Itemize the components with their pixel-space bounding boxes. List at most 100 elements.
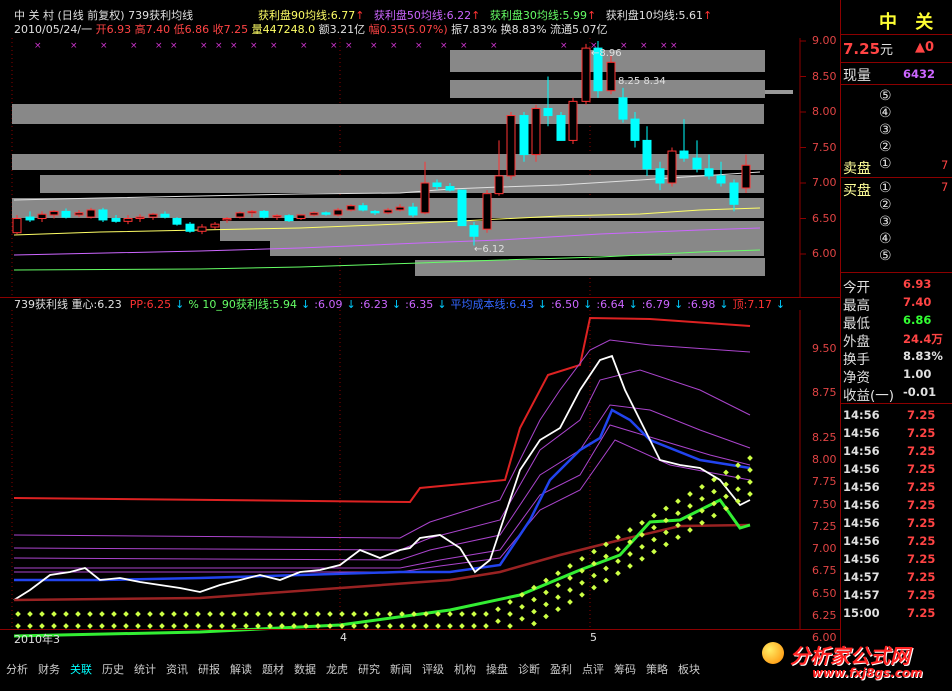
tab-3[interactable]: 历史 — [102, 661, 124, 677]
stat-label-3: 外盘 — [843, 334, 870, 350]
dot-198-3 — [195, 611, 201, 617]
dot-618-1 — [615, 558, 621, 565]
marker-15: × — [390, 41, 398, 51]
tick-time-6: 14:56 — [843, 516, 880, 530]
tab-15[interactable]: 操盘 — [486, 661, 508, 677]
legend-90: 获利盘90均线:6.77 — [258, 9, 356, 22]
legend-50: 获利盘50均线:6.22 — [373, 9, 472, 22]
candle-body-45 — [568, 100, 578, 141]
candle-body-43 — [543, 107, 553, 117]
tab-8[interactable]: 题材 — [262, 661, 284, 677]
dot-102-2 — [99, 623, 105, 629]
tab-5[interactable]: 资讯 — [166, 661, 188, 677]
tab-19[interactable]: 筹码 — [614, 661, 636, 677]
dot-618-0 — [615, 570, 621, 577]
marker-16: × — [415, 41, 423, 51]
dot-54-3 — [51, 611, 57, 617]
tab-2[interactable]: 关联 — [70, 661, 92, 677]
side-price: 7.25元 — [843, 39, 893, 58]
tab-0[interactable]: 分析 — [6, 661, 28, 677]
candle-body-11 — [148, 213, 158, 218]
top-line — [13, 316, 751, 504]
tab-20[interactable]: 策略 — [646, 661, 668, 677]
indicator-chart[interactable] — [0, 310, 840, 650]
marker-4: × — [155, 41, 163, 51]
dot-474-2 — [471, 623, 477, 629]
ask-level-1: ④ — [879, 105, 892, 121]
price-change: ▲0 — [915, 40, 935, 55]
tab-4[interactable]: 统计 — [134, 661, 156, 677]
dot-366-2 — [363, 623, 369, 629]
marker-3: × — [130, 41, 138, 51]
candle-body-30 — [383, 209, 393, 214]
x-label-apr: 4 — [340, 631, 347, 644]
marker-19: × — [490, 41, 498, 51]
dot-378-2 — [375, 623, 381, 629]
fan-line-4 — [14, 439, 751, 573]
volume-value: 6432 — [903, 67, 936, 81]
tab-21[interactable]: 板块 — [678, 661, 700, 677]
candle-body-13 — [172, 218, 182, 225]
tab-18[interactable]: 点评 — [582, 661, 604, 677]
dot-246-2 — [243, 623, 249, 629]
dot-18-2 — [15, 623, 21, 629]
candle-body-41 — [519, 115, 529, 156]
tab-9[interactable]: 数据 — [294, 661, 316, 677]
candle-body-52 — [655, 168, 665, 184]
dot-474-3 — [471, 611, 477, 617]
candlestick-chart[interactable]: × × × × × × × × × × × × × × × × × × × × × × × × × ×←8.968.25 8.34… — [0, 38, 840, 298]
candle-body-20 — [259, 210, 269, 218]
dot-78-3 — [75, 611, 81, 617]
dot-582-3 — [579, 555, 585, 562]
dot-234-2 — [231, 623, 237, 629]
lower-tick-6: 7.25 — [812, 519, 837, 533]
candle-body-34 — [432, 182, 442, 188]
stat-label-2: 最低 — [843, 316, 870, 332]
tab-11[interactable]: 研究 — [358, 661, 380, 677]
marker-14: × — [370, 41, 378, 51]
marker-18: × — [460, 41, 468, 51]
tick-time-1: 14:56 — [843, 426, 880, 440]
legend-10: 获利盘10均线:5.61 — [605, 9, 703, 22]
tab-17[interactable]: 盈利 — [550, 661, 572, 677]
tab-13[interactable]: 评级 — [422, 661, 444, 677]
tab-6[interactable]: 研报 — [198, 661, 220, 677]
dot-630-1 — [627, 551, 633, 557]
tick-time-3: 14:56 — [843, 462, 880, 476]
candle-body-21 — [272, 215, 282, 218]
chip-bar-8 — [270, 240, 764, 256]
chip-bar-2 — [12, 104, 764, 124]
watermark: 分析家公式网 www.fxj8gs.com — [756, 636, 952, 691]
dot-582-1 — [579, 579, 585, 586]
candle-body-15 — [197, 226, 207, 232]
tab-10[interactable]: 龙虎 — [326, 661, 348, 677]
stat-value-2: 6.86 — [903, 313, 932, 327]
quote-open: 开6.93 — [95, 23, 132, 36]
upper-tick-5: 6.50 — [812, 211, 837, 225]
stat-label-0: 今开 — [843, 280, 870, 296]
candle-body-0 — [12, 218, 22, 234]
marker-6: × — [200, 41, 208, 51]
bid-level-4: ⑤ — [879, 248, 892, 264]
dot-570-0 — [567, 599, 573, 605]
dot-750-3 — [747, 455, 753, 461]
dot-534-2 — [531, 596, 537, 603]
dot-198-2 — [195, 623, 201, 629]
dot-546-0 — [543, 613, 549, 620]
tab-1[interactable]: 财务 — [38, 661, 60, 677]
marker-7: × — [215, 41, 223, 51]
dot-186-3 — [183, 611, 189, 617]
marker-0: × — [34, 41, 42, 51]
tick-time-4: 14:56 — [843, 480, 880, 494]
tab-7[interactable]: 解读 — [230, 661, 252, 677]
watermark-logo-icon — [762, 642, 784, 664]
dot-138-2 — [135, 623, 141, 629]
x-axis: 2010年3 4 5 — [0, 629, 840, 646]
tab-16[interactable]: 诊断 — [518, 661, 540, 677]
tab-12[interactable]: 新闻 — [390, 661, 412, 677]
dot-678-2 — [675, 510, 681, 517]
marker-2: × — [100, 41, 108, 51]
tab-14[interactable]: 机构 — [454, 661, 476, 677]
candle-body-38 — [482, 193, 492, 230]
upper-tick-6: 6.00 — [812, 247, 837, 260]
